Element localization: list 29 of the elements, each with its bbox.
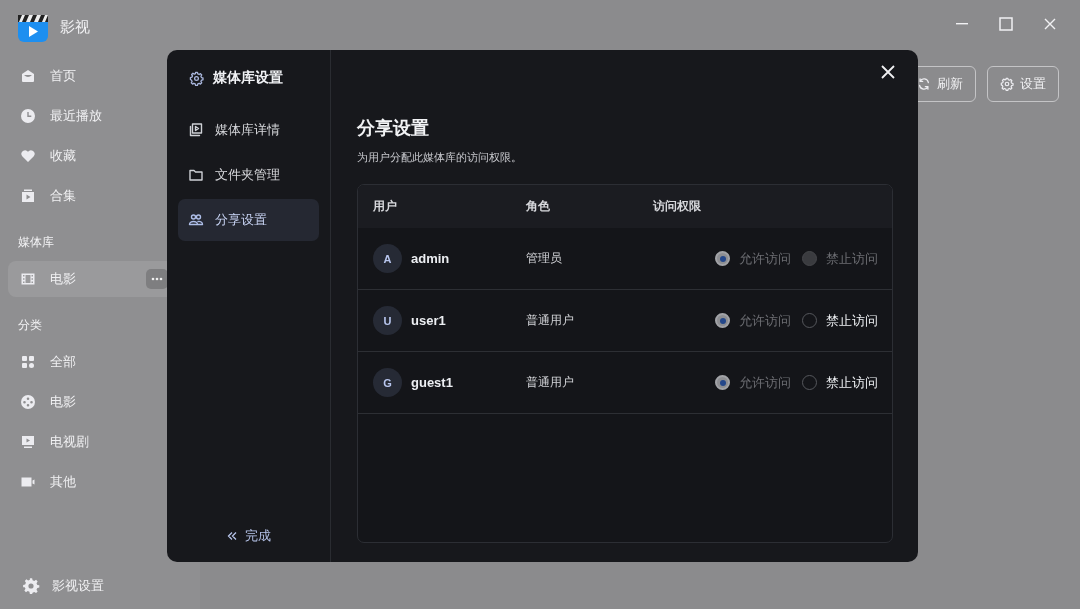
user-name: admin [411,251,450,266]
column-header: 用户 [373,198,397,215]
avatar: G [373,368,402,397]
avatar: A [373,244,402,273]
role-text: 普通用户 [526,313,574,327]
sidebar-item[interactable]: 电视剧 [8,422,190,462]
dialog-title: 媒体库设置 [213,69,283,87]
sidebar-item[interactable]: 首页 [8,56,190,96]
user-name: guest1 [411,375,453,390]
column-header: 角色 [526,199,550,213]
done-button[interactable]: 完成 [178,526,319,546]
section-heading: 媒体库 [17,234,55,251]
app-title: 影视 [60,17,90,37]
section-description: 为用户分配此媒体库的访问权限。 [357,150,523,165]
role-text: 管理员 [526,251,562,265]
sidebar-item[interactable]: 电影 [8,382,190,422]
section-title: 分享设置 [357,117,430,140]
radio-option[interactable]: 禁止访问 [802,373,878,392]
section-heading: 分类 [17,317,43,334]
avatar: U [373,306,402,335]
column-header: 访问权限 [653,199,701,213]
dialog-nav-item[interactable]: 分享设置 [178,199,319,241]
settings-button[interactable]: 设置 [987,66,1059,102]
user-name: user1 [411,313,446,328]
sidebar-item[interactable]: 全部 [8,342,190,382]
sidebar-item[interactable]: 其他 [8,462,190,502]
radio-option[interactable]: 禁止访问 [802,311,878,330]
sidebar-item[interactable]: 影视设置 [52,577,104,595]
role-text: 普通用户 [526,375,574,389]
